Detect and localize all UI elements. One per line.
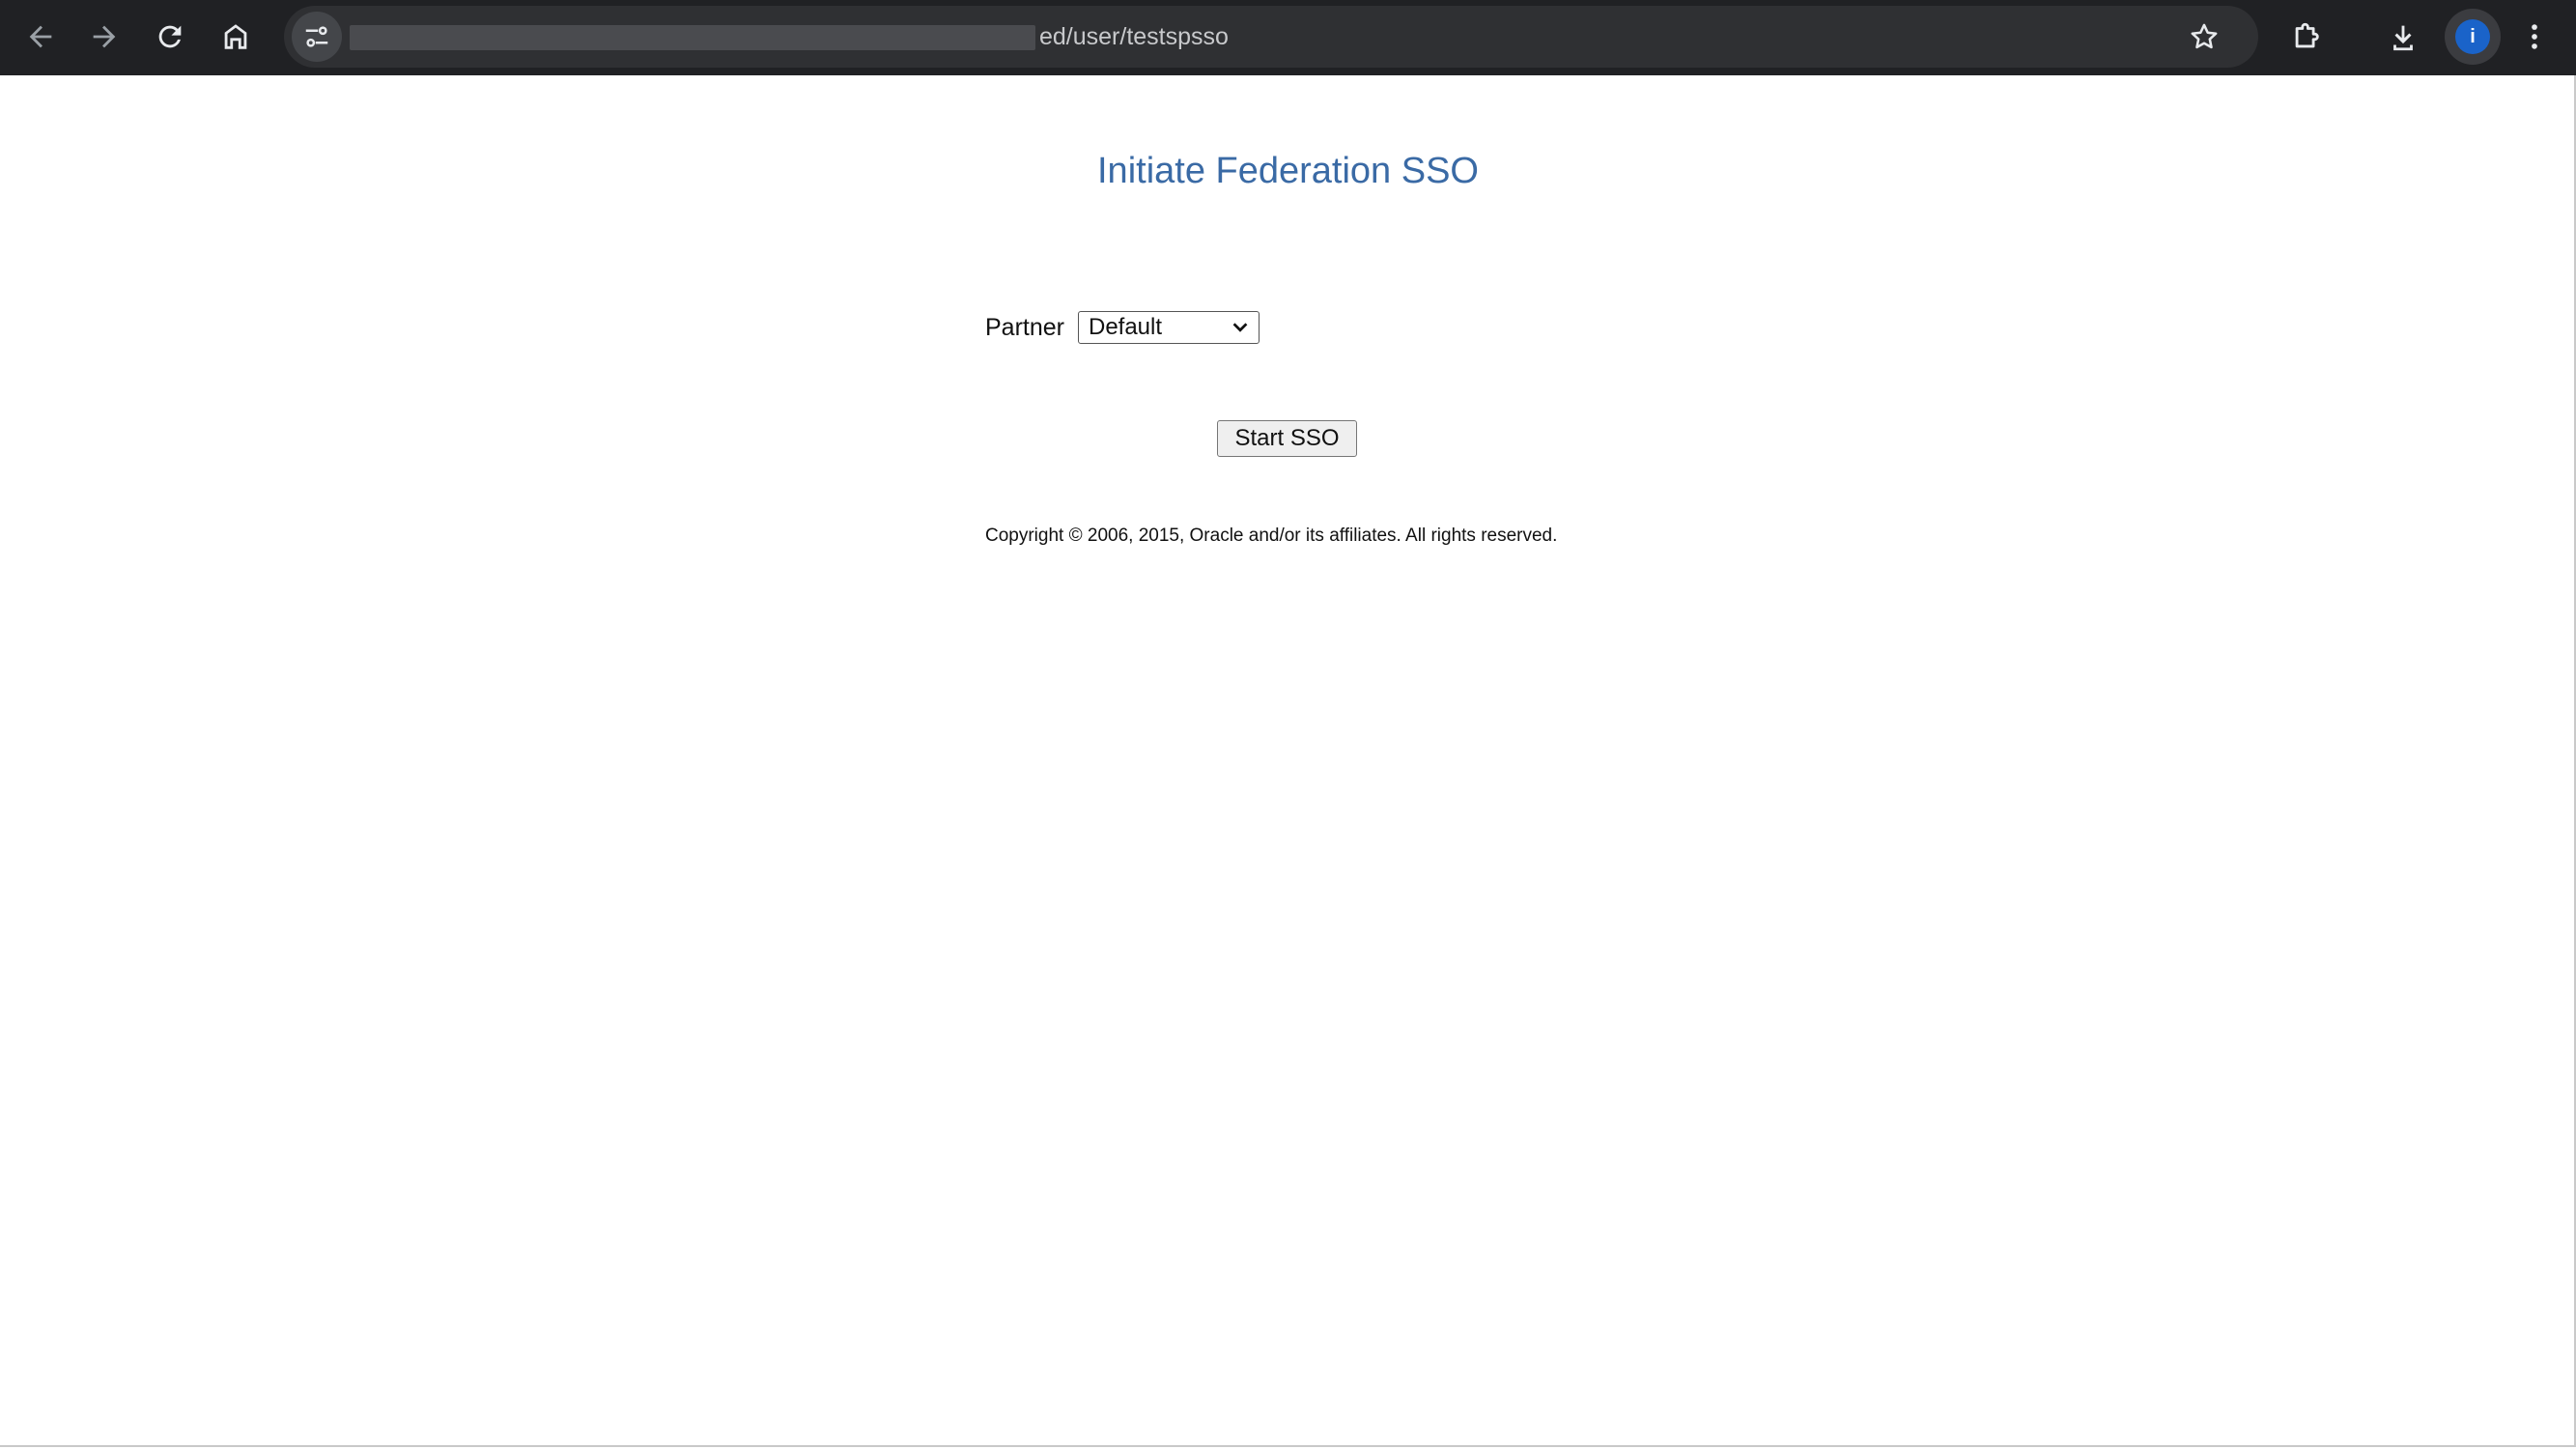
extensions-button[interactable] [2279,10,2334,64]
copyright-text: Copyright © 2006, 2015, Oracle and/or it… [985,526,1558,546]
site-info-button[interactable] [292,12,342,62]
home-button[interactable] [209,10,263,64]
browser-toolbar: ed/user/testspsso i [0,0,2576,75]
menu-button[interactable] [2507,10,2562,64]
tune-icon [305,26,328,47]
profile-initial: i [2455,19,2490,54]
downloads-button[interactable] [2376,10,2430,64]
reload-icon [158,25,182,48]
reload-button[interactable] [143,10,197,64]
profile-avatar[interactable]: i [2445,9,2501,65]
partner-row: Partner Default [985,311,1260,344]
home-icon [224,24,247,49]
page-content: Initiate Federation SSO Partner Default … [0,75,2576,1447]
page-title: Initiate Federation SSO [1097,151,1479,191]
forward-arrow-icon [93,25,116,48]
bookmark-button[interactable] [2177,10,2231,64]
download-icon [2393,25,2413,51]
kebab-menu-icon [2532,24,2537,49]
back-arrow-icon [29,25,52,48]
redacted-url-segment [350,25,1035,50]
chevron-down-icon [1232,323,1248,332]
extensions-puzzle-icon [2295,22,2319,48]
partner-selected-value: Default [1088,314,1163,340]
partner-select[interactable]: Default [1077,311,1260,344]
url-text[interactable]: ed/user/testspsso [1039,22,1229,51]
partner-label: Partner [985,313,1064,341]
star-icon [2191,23,2218,49]
start-sso-button[interactable]: Start SSO [1217,420,1357,457]
forward-button[interactable] [77,10,131,64]
address-bar[interactable]: ed/user/testspsso [284,6,2258,68]
back-button[interactable] [14,10,68,64]
